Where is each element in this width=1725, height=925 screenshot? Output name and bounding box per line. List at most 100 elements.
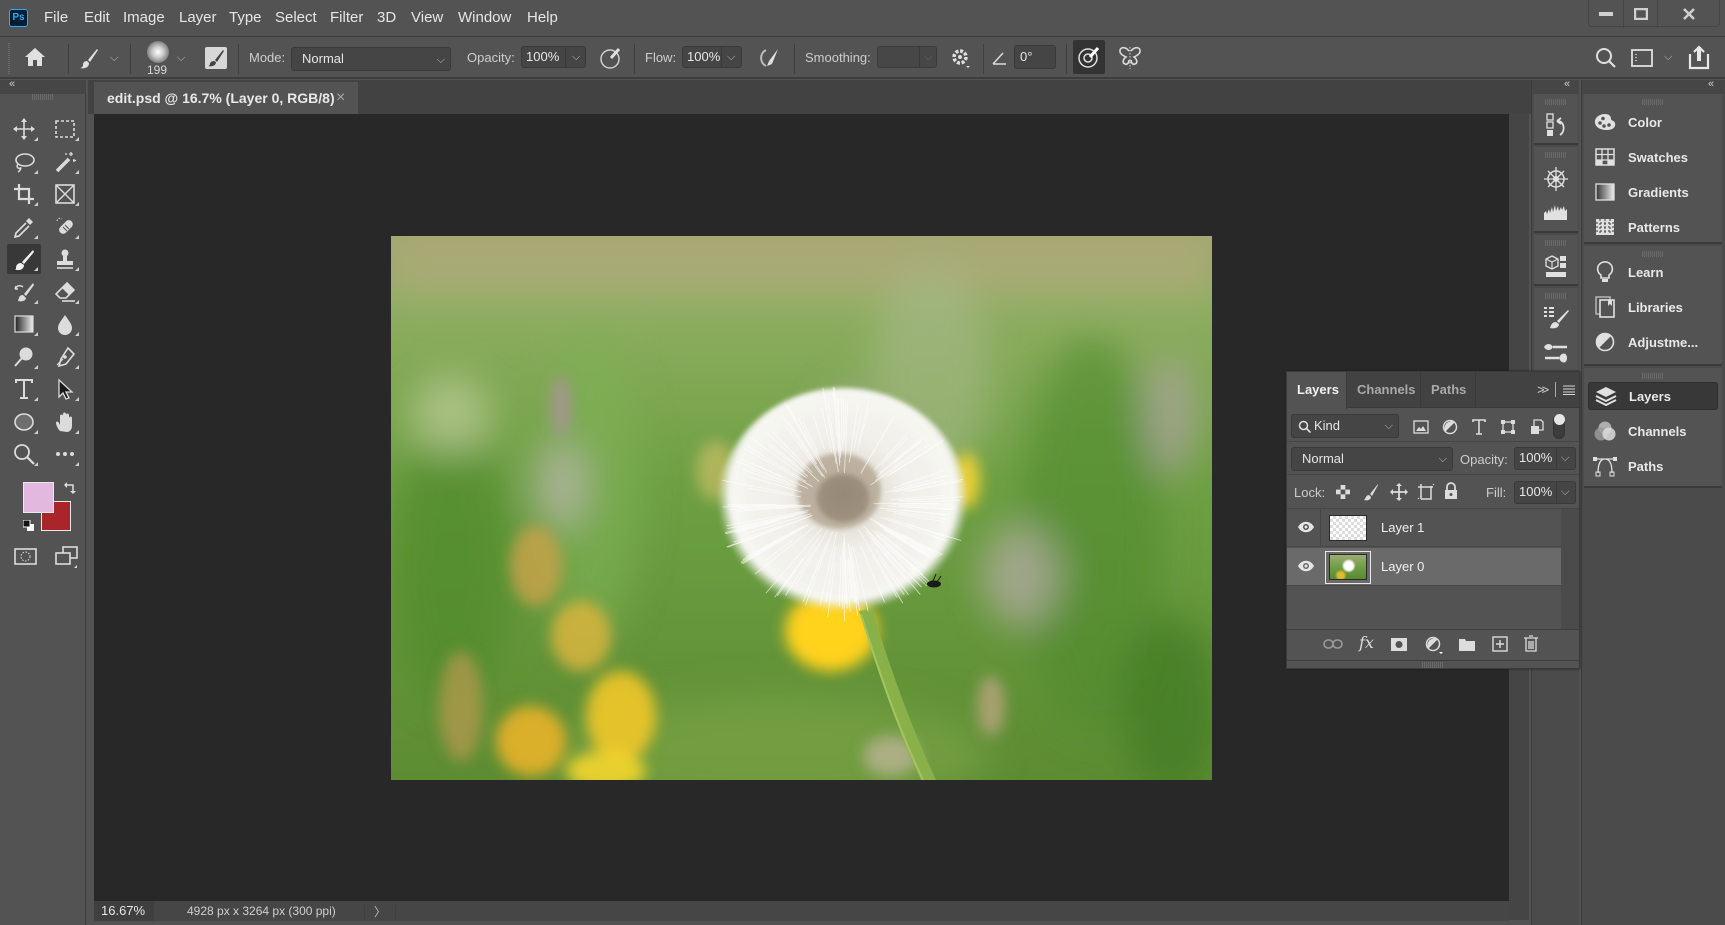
close-tab-icon[interactable]: ×: [336, 82, 345, 114]
panel-menu-button[interactable]: [1563, 385, 1575, 395]
delete-layer-button[interactable]: [1524, 635, 1538, 652]
panel-grip[interactable]: [1642, 373, 1664, 379]
pen-tool[interactable]: [48, 342, 82, 372]
status-menu-arrow-icon[interactable]: 〉: [364, 903, 396, 919]
eraser-tool[interactable]: [48, 277, 82, 307]
blur-tool[interactable]: [48, 309, 82, 339]
smoothing-field[interactable]: ⌵: [877, 46, 937, 68]
brush-settings-panel-toggle[interactable]: [205, 47, 227, 69]
crop-tool[interactable]: [7, 179, 41, 209]
quick-mask-button[interactable]: [14, 547, 38, 567]
frame-tool[interactable]: [48, 179, 82, 209]
document-tab[interactable]: edit.psd @ 16.7% (Layer 0, RGB/8) ×: [94, 82, 358, 114]
panel-item-layers[interactable]: Layers: [1588, 382, 1718, 410]
panel-grip[interactable]: [1545, 293, 1567, 299]
menu-layer[interactable]: Layer: [177, 8, 219, 28]
histogram-panel-button[interactable]: [1534, 204, 1578, 220]
filter-smart-objects-button[interactable]: [1530, 419, 1544, 435]
panel-item-patterns[interactable]: Patterns: [1588, 213, 1718, 241]
panel-item-channels[interactable]: Channels: [1588, 417, 1718, 445]
panel-item-adjustments[interactable]: Adjustme...: [1588, 328, 1718, 356]
panel-item-gradients[interactable]: Gradients: [1588, 178, 1718, 206]
visibility-eye-icon[interactable]: [1297, 520, 1315, 534]
tool-presets-button[interactable]: [1534, 342, 1578, 364]
panel-grip[interactable]: [1545, 152, 1567, 158]
layer-list-scrollbar[interactable]: [1561, 509, 1579, 629]
ellipse-tool[interactable]: [7, 407, 41, 437]
search-button[interactable]: [1595, 47, 1617, 69]
tab-layers[interactable]: Layers: [1287, 372, 1347, 409]
close-window-button[interactable]: [1657, 0, 1720, 28]
visibility-eye-icon[interactable]: [1297, 559, 1315, 573]
fill-dropdown-icon[interactable]: ⌵: [1561, 482, 1569, 502]
panel-grip[interactable]: [1545, 99, 1567, 105]
menu-filter[interactable]: Filter: [328, 8, 365, 28]
layer-opacity-field[interactable]: 100% ⌵: [1514, 447, 1576, 470]
pressure-opacity-button[interactable]: [599, 46, 623, 70]
smoothing-options-button[interactable]: [951, 47, 971, 69]
lock-all-button[interactable]: [1444, 482, 1458, 500]
healing-brush-tool[interactable]: [48, 212, 82, 242]
properties-panel-button[interactable]: [1534, 254, 1578, 278]
menu-image[interactable]: Image: [121, 8, 167, 28]
lock-transparent-pixels-button[interactable]: [1336, 485, 1350, 499]
mode-dropdown[interactable]: Normal ⌵: [291, 47, 451, 71]
home-button[interactable]: [24, 47, 46, 67]
add-mask-button[interactable]: [1391, 638, 1407, 651]
panel-grip[interactable]: [1642, 251, 1664, 257]
screen-mode-button[interactable]: [55, 546, 79, 568]
smoothing-dropdown-icon[interactable]: ⌵: [924, 47, 932, 67]
filter-adjustment-layers-button[interactable]: [1442, 419, 1458, 435]
collapse-icon-column-icon[interactable]: «: [1564, 78, 1570, 90]
fill-field[interactable]: 100% ⌵: [1514, 481, 1576, 504]
menu-help[interactable]: Help: [525, 8, 560, 28]
menu-window[interactable]: Window: [456, 8, 513, 28]
opacity-field[interactable]: 100% ⌵: [521, 46, 586, 68]
swap-colors-button[interactable]: [63, 481, 77, 495]
layer-name[interactable]: Layer 0: [1381, 548, 1424, 586]
panel-grip[interactable]: [1545, 240, 1567, 246]
blend-mode-dropdown[interactable]: Normal ⌵: [1291, 447, 1453, 471]
type-tool[interactable]: [7, 374, 41, 404]
flow-field[interactable]: 100% ⌵: [682, 46, 742, 68]
link-layers-button[interactable]: [1323, 638, 1343, 650]
gradient-tool[interactable]: [7, 309, 41, 339]
fx-icon[interactable]: fx: [1359, 633, 1374, 652]
tab-paths[interactable]: Paths: [1421, 372, 1476, 408]
brushes-panel-button[interactable]: [1534, 306, 1578, 330]
menu-type[interactable]: Type: [227, 8, 264, 28]
options-bar-grip[interactable]: [8, 42, 10, 74]
brush-tool[interactable]: [7, 244, 41, 274]
lock-artboard-button[interactable]: [1417, 483, 1435, 501]
move-tool[interactable]: [7, 114, 41, 144]
menu-view[interactable]: View: [409, 8, 445, 28]
brush-preview-icon[interactable]: [147, 41, 169, 63]
hand-tool[interactable]: [48, 407, 82, 437]
filter-pixel-layers-button[interactable]: [1413, 420, 1429, 434]
menu-3d[interactable]: 3D: [375, 8, 398, 28]
dodge-tool[interactable]: [7, 342, 41, 372]
flow-dropdown-icon[interactable]: ⌵: [727, 47, 735, 67]
layers-panel-resize-handle[interactable]: [1287, 660, 1579, 668]
new-group-button[interactable]: [1459, 638, 1475, 651]
symmetry-button[interactable]: [1117, 45, 1143, 71]
lock-image-pixels-button[interactable]: [1363, 483, 1379, 501]
rectangular-marquee-tool[interactable]: [48, 114, 82, 144]
minimize-button[interactable]: [1589, 0, 1623, 28]
brush-picker-dropdown-icon[interactable]: ⌵: [177, 52, 185, 65]
foreground-color-swatch[interactable]: [23, 482, 54, 513]
airbrush-button[interactable]: [757, 46, 781, 70]
panel-grip[interactable]: [1642, 99, 1664, 105]
new-layer-button[interactable]: [1492, 636, 1508, 652]
brush-angle-field[interactable]: 0°: [1014, 45, 1056, 69]
layer-name[interactable]: Layer 1: [1381, 509, 1424, 547]
filter-type-layers-button[interactable]: [1471, 419, 1487, 435]
share-button[interactable]: [1687, 44, 1711, 70]
clone-stamp-tool[interactable]: [48, 244, 82, 274]
filter-kind-dropdown[interactable]: Kind ⌵: [1291, 414, 1399, 438]
zoom-tool[interactable]: [7, 439, 41, 469]
zoom-level-field[interactable]: 16.67%: [94, 901, 154, 921]
layer-row-selected[interactable]: Layer 0: [1287, 548, 1561, 586]
filter-shape-layers-button[interactable]: [1500, 419, 1516, 435]
panel-item-color[interactable]: Color: [1588, 108, 1718, 136]
